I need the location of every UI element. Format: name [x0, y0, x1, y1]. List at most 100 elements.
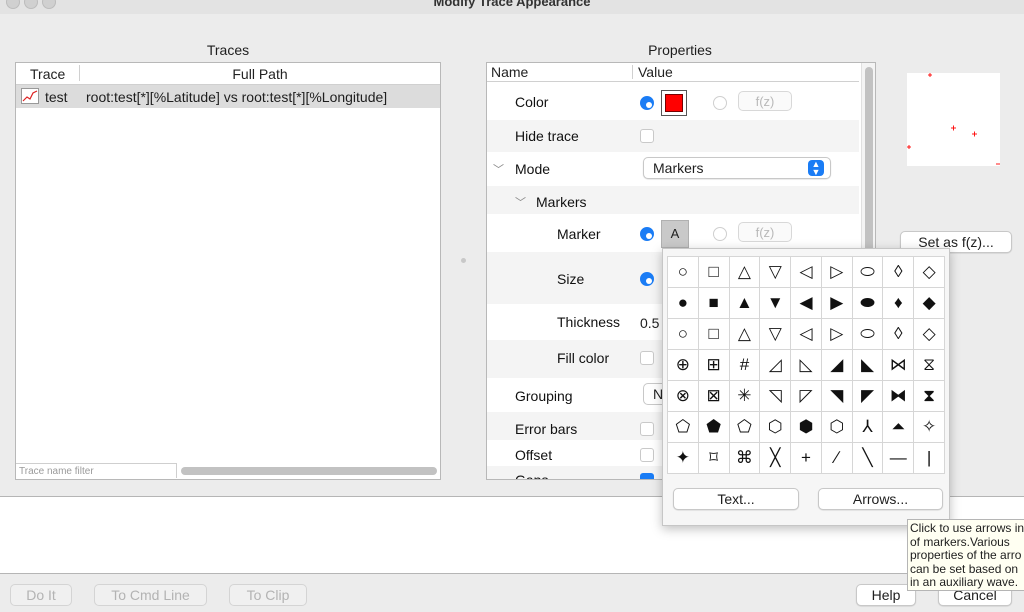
text-marker-button[interactable]: Text...	[673, 488, 799, 510]
offset-checkbox[interactable]	[640, 448, 654, 462]
value-column-header[interactable]: Value	[638, 64, 673, 80]
marker-option[interactable]: ⬠	[667, 411, 699, 443]
color-fz-radio[interactable]	[713, 96, 727, 110]
marker-option[interactable]: ▽	[759, 256, 792, 288]
name-column-header[interactable]: Name	[491, 64, 528, 80]
marker-option[interactable]: ╳	[759, 442, 792, 474]
marker-fz-radio[interactable]	[713, 227, 727, 241]
arrows-marker-button[interactable]: Arrows...	[818, 488, 943, 510]
trace-preview-plot	[907, 73, 1000, 165]
trace-row[interactable]: test root:test[*][%Latitude] vs root:tes…	[16, 85, 440, 108]
marker-option[interactable]: ⌘	[728, 442, 761, 474]
trace-name-filter-input[interactable]: Trace name filter	[16, 463, 177, 478]
mode-select[interactable]: Markers ▲ ▼	[643, 157, 831, 179]
marker-option[interactable]: ⬡	[820, 411, 853, 443]
marker-option[interactable]: ⬭	[851, 318, 884, 350]
marker-option[interactable]: —	[882, 442, 915, 474]
marker-option[interactable]: ⋈	[882, 349, 915, 381]
do-it-button[interactable]: Do It	[10, 584, 72, 606]
properties-title: Properties	[648, 42, 712, 58]
marker-option[interactable]: ▷	[820, 318, 853, 350]
marker-option[interactable]: ◸	[790, 380, 822, 412]
marker-option[interactable]: ⅄	[851, 411, 884, 443]
marker-option[interactable]: ◥	[820, 380, 853, 412]
thickness-value[interactable]: 0.5	[640, 315, 659, 331]
splitter-handle[interactable]	[461, 258, 466, 263]
marker-option[interactable]: ⬬	[851, 287, 884, 319]
marker-option[interactable]: ◣	[851, 349, 884, 381]
marker-option[interactable]: ⬠	[728, 411, 761, 443]
marker-option[interactable]: +	[790, 442, 822, 474]
marker-option[interactable]: ⬡	[759, 411, 792, 443]
marker-option[interactable]: ⬭	[851, 256, 884, 288]
full-path-column-header[interactable]: Full Path	[80, 66, 440, 82]
hide-trace-checkbox[interactable]	[640, 129, 654, 143]
marker-option[interactable]: ■	[697, 287, 730, 319]
size-fixed-radio[interactable]	[640, 272, 654, 286]
marker-option[interactable]: ▼	[759, 287, 792, 319]
marker-option[interactable]: ◊	[882, 256, 915, 288]
marker-option[interactable]: ⊠	[697, 380, 730, 412]
marker-option[interactable]: ⊕	[667, 349, 699, 381]
marker-option[interactable]: ▷	[820, 256, 853, 288]
marker-option[interactable]: ⊗	[667, 380, 699, 412]
color-fz-button[interactable]: f(z)	[738, 91, 792, 111]
marker-option[interactable]: ◿	[759, 349, 792, 381]
to-clip-button[interactable]: To Clip	[229, 584, 307, 606]
marker-option[interactable]: ✦	[667, 442, 699, 474]
marker-option[interactable]: △	[728, 318, 761, 350]
marker-option[interactable]: ⧗	[913, 380, 945, 412]
marker-option[interactable]: ○	[667, 256, 699, 288]
marker-option[interactable]: ⧖	[913, 349, 945, 381]
grouping-label: Grouping	[515, 388, 573, 404]
marker-option[interactable]: ◆	[913, 287, 945, 319]
marker-option[interactable]: ●	[667, 287, 699, 319]
gaps-checkbox[interactable]	[640, 473, 654, 479]
marker-option[interactable]: ◤	[851, 380, 884, 412]
fill-color-checkbox[interactable]	[640, 351, 654, 365]
trace-column-header[interactable]: Trace	[30, 66, 65, 82]
marker-option[interactable]: ♦	[882, 287, 915, 319]
markers-expand-chevron-icon[interactable]: ﹀	[515, 194, 526, 210]
marker-option[interactable]: ◀	[790, 287, 822, 319]
marker-option[interactable]: ⬢	[790, 411, 822, 443]
marker-option[interactable]: ◢	[820, 349, 853, 381]
marker-option[interactable]: ∕	[820, 442, 853, 474]
column-divider[interactable]	[632, 65, 633, 79]
marker-fz-button[interactable]: f(z)	[738, 222, 792, 242]
traces-list[interactable]: Trace Full Path test root:test[*][%Latit…	[15, 62, 441, 480]
marker-option[interactable]: □	[697, 318, 730, 350]
marker-option[interactable]: ▲	[728, 287, 761, 319]
marker-fixed-radio[interactable]	[640, 227, 654, 241]
marker-option[interactable]: ◺	[790, 349, 822, 381]
marker-option[interactable]: ▶	[820, 287, 853, 319]
marker-option[interactable]: ⬟	[697, 411, 730, 443]
marker-option[interactable]: ⧓	[882, 380, 915, 412]
color-fixed-radio[interactable]	[640, 96, 654, 110]
marker-picker-button[interactable]: A	[661, 220, 689, 248]
marker-option[interactable]: ⌑	[697, 442, 730, 474]
marker-option[interactable]: ◊	[882, 318, 915, 350]
marker-option[interactable]: ◇	[913, 256, 945, 288]
marker-option[interactable]: ⊞	[697, 349, 730, 381]
marker-option[interactable]: ✧	[913, 411, 945, 443]
marker-option[interactable]: #	[728, 349, 761, 381]
marker-option[interactable]: ✳	[728, 380, 761, 412]
mode-expand-chevron-icon[interactable]: ﹀	[493, 161, 504, 177]
error-bars-checkbox[interactable]	[640, 422, 654, 436]
marker-grid-row: ⬠ ⬟ ⬠ ⬡ ⬢ ⬡ ⅄ ⏶ ✧	[667, 411, 945, 443]
marker-option[interactable]: ◁	[790, 256, 822, 288]
color-swatch-button[interactable]	[661, 90, 687, 116]
marker-option[interactable]: ○	[667, 318, 699, 350]
marker-option[interactable]: ◁	[790, 318, 822, 350]
marker-option[interactable]: △	[728, 256, 761, 288]
marker-option[interactable]: □	[697, 256, 730, 288]
marker-option[interactable]: ⏶	[882, 411, 915, 443]
marker-option[interactable]: ◹	[759, 380, 792, 412]
horizontal-scrollbar[interactable]	[181, 467, 437, 475]
marker-option[interactable]: ╲	[851, 442, 884, 474]
marker-option[interactable]: |	[913, 442, 945, 474]
marker-option[interactable]: ▽	[759, 318, 792, 350]
to-cmd-line-button[interactable]: To Cmd Line	[94, 584, 207, 606]
marker-option[interactable]: ◇	[913, 318, 945, 350]
